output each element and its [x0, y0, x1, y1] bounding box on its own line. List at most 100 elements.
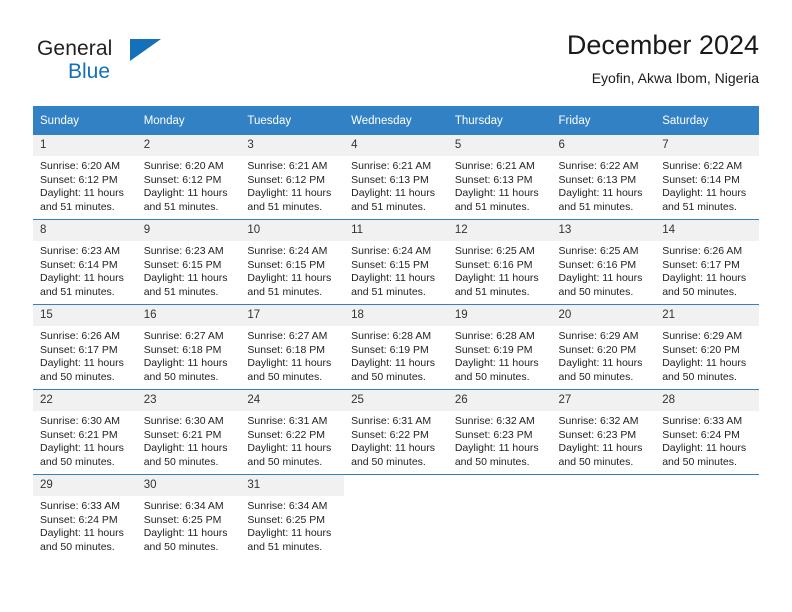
calendar-day-cell[interactable]: 3 Sunrise: 6:21 AM Sunset: 6:12 PM Daylight… [240, 135, 345, 220]
calendar-day-cell[interactable]: 21 Sunrise: 6:29 AM Sunset: 6:20 PM Dayligh… [655, 304, 759, 390]
calendar-week-row: 15 Sunrise: 6:26 AM Sunset: 6:17 PM Dayligh… [33, 304, 759, 390]
daylight-duration-line1: Daylight: 11 hours [351, 442, 435, 455]
calendar-day-cell[interactable]: 4 Sunrise: 6:21 AM Sunset: 6:13 PM Daylight… [344, 135, 448, 220]
calendar-day-cell[interactable]: 25 Sunrise: 6:31 AM Sunset: 6:22 PM Dayligh… [344, 389, 448, 475]
daylight-duration-line2: and 51 minutes. [351, 200, 426, 213]
calendar-day-cell-inner: 10 Sunrise: 6:24 AM Sunset: 6:15 PM Dayligh… [240, 220, 345, 304]
day-details: Sunrise: 6:24 AM Sunset: 6:15 PM Daylight:… [240, 241, 344, 299]
calendar-day-cell[interactable]: 23 Sunrise: 6:30 AM Sunset: 6:21 PM Dayligh… [136, 389, 241, 475]
sunset-time: Sunset: 6:18 PM [247, 343, 326, 356]
calendar-day-cell[interactable]: 14 Sunrise: 6:26 AM Sunset: 6:17 PM Dayligh… [655, 219, 759, 305]
calendar-day-cell-inner: 30 Sunrise: 6:34 AM Sunset: 6:25 PM Dayligh… [136, 475, 241, 559]
sunset-time: Sunset: 6:24 PM [662, 428, 740, 441]
daylight-duration-line1: Daylight: 11 hours [662, 442, 747, 455]
sunrise-time: Sunrise: 6:28 AM [351, 330, 432, 342]
calendar-day-cell[interactable]: 15 Sunrise: 6:26 AM Sunset: 6:17 PM Dayligh… [33, 304, 137, 390]
day-number: 12 [447, 220, 552, 241]
calendar-day-cell[interactable]: 13 Sunrise: 6:25 AM Sunset: 6:16 PM Dayligh… [551, 219, 656, 305]
weekday-header-sunday: Sunday [33, 106, 137, 135]
sunrise-time: Sunrise: 6:30 AM [40, 415, 120, 427]
day-details: Sunrise: 6:22 AM Sunset: 6:13 PM Daylight:… [552, 156, 656, 214]
calendar-day-cell[interactable]: 22 Sunrise: 6:30 AM Sunset: 6:21 PM Dayligh… [33, 389, 137, 475]
day-details: Sunrise: 6:32 AM Sunset: 6:23 PM Daylight:… [448, 411, 552, 469]
calendar-day-cell[interactable]: 7 Sunrise: 6:22 AM Sunset: 6:14 PM Daylight… [655, 135, 759, 220]
blue-triangle-flag-icon [130, 39, 161, 61]
calendar-day-cell[interactable]: 10 Sunrise: 6:24 AM Sunset: 6:15 PM Dayligh… [240, 219, 345, 305]
sunrise-time: Sunrise: 6:24 AM [247, 245, 328, 257]
calendar-day-cell-inner: 11 Sunrise: 6:24 AM Sunset: 6:15 PM Dayligh… [344, 220, 448, 304]
daylight-duration-line1: Daylight: 11 hours [454, 187, 539, 200]
daylight-duration-line2: and 51 minutes. [247, 540, 323, 553]
daylight-duration-line1: Daylight: 11 hours [143, 272, 228, 285]
sunrise-time: Sunrise: 6:24 AM [351, 245, 432, 257]
calendar-day-cell[interactable]: 31 Sunrise: 6:34 AM Sunset: 6:25 PM Dayligh… [240, 474, 345, 559]
daylight-duration-line1: Daylight: 11 hours [558, 272, 643, 285]
sunset-time: Sunset: 6:15 PM [143, 258, 222, 271]
daylight-duration-line2: and 51 minutes. [40, 285, 115, 298]
calendar-day-cell[interactable]: 12 Sunrise: 6:25 AM Sunset: 6:16 PM Dayligh… [447, 219, 552, 305]
calendar-day-cell-inner: 29 Sunrise: 6:33 AM Sunset: 6:24 PM Dayligh… [33, 475, 137, 559]
day-number: 3 [240, 135, 345, 156]
sunrise-time: Sunrise: 6:34 AM [143, 500, 224, 512]
calendar-day-cell[interactable]: 2 Sunrise: 6:20 AM Sunset: 6:12 PM Daylight… [136, 135, 241, 220]
day-details: Sunrise: 6:24 AM Sunset: 6:15 PM Daylight:… [344, 241, 448, 299]
calendar-day-cell[interactable]: 20 Sunrise: 6:29 AM Sunset: 6:20 PM Dayligh… [551, 304, 656, 390]
calendar-day-cell[interactable]: 28 Sunrise: 6:33 AM Sunset: 6:24 PM Dayligh… [655, 389, 759, 475]
calendar-day-cell[interactable]: 5 Sunrise: 6:21 AM Sunset: 6:13 PM Daylight… [447, 135, 552, 220]
calendar-day-cell-inner: 25 Sunrise: 6:31 AM Sunset: 6:22 PM Dayligh… [344, 390, 448, 474]
sunset-time: Sunset: 6:18 PM [143, 343, 222, 356]
daylight-duration-line2: and 50 minutes. [40, 455, 115, 468]
sunrise-sunset-calendar-table: Sunday Monday Tuesday Wednesday Thursday… [33, 106, 759, 559]
calendar-day-cell[interactable]: 17 Sunrise: 6:27 AM Sunset: 6:18 PM Dayligh… [240, 304, 345, 390]
calendar-day-cell[interactable]: 29 Sunrise: 6:33 AM Sunset: 6:24 PM Dayligh… [33, 474, 137, 559]
daylight-duration-line1: Daylight: 11 hours [662, 357, 747, 370]
weekday-header-tuesday: Tuesday [240, 106, 345, 135]
calendar-day-cell[interactable]: 11 Sunrise: 6:24 AM Sunset: 6:15 PM Dayligh… [344, 219, 448, 305]
calendar-day-cell[interactable]: 19 Sunrise: 6:28 AM Sunset: 6:19 PM Dayligh… [447, 304, 552, 390]
day-details: Sunrise: 6:23 AM Sunset: 6:14 PM Daylight:… [33, 241, 137, 299]
sunrise-time: Sunrise: 6:22 AM [558, 160, 639, 172]
calendar-page: General Blue December 2024 Eyofin, Akwa … [0, 0, 792, 612]
calendar-day-cell[interactable]: 26 Sunrise: 6:32 AM Sunset: 6:23 PM Dayligh… [447, 389, 552, 475]
calendar-day-cell[interactable]: 18 Sunrise: 6:28 AM Sunset: 6:19 PM Dayligh… [344, 304, 448, 390]
sunset-time: Sunset: 6:15 PM [247, 258, 326, 271]
calendar-day-cell[interactable]: 16 Sunrise: 6:27 AM Sunset: 6:18 PM Dayligh… [136, 304, 241, 390]
sunset-time: Sunset: 6:14 PM [40, 258, 118, 271]
day-number: 5 [447, 135, 552, 156]
sunset-time: Sunset: 6:22 PM [247, 428, 326, 441]
calendar-day-cell[interactable]: 30 Sunrise: 6:34 AM Sunset: 6:25 PM Dayligh… [136, 474, 241, 559]
calendar-day-cell[interactable]: 9 Sunrise: 6:23 AM Sunset: 6:15 PM Daylight… [136, 219, 241, 305]
daylight-duration-line2: and 50 minutes. [143, 540, 219, 553]
sunset-time: Sunset: 6:20 PM [662, 343, 740, 356]
calendar-day-cell-inner: 3 Sunrise: 6:21 AM Sunset: 6:12 PM Daylight… [240, 135, 345, 219]
daylight-duration-line2: and 51 minutes. [454, 200, 530, 213]
daylight-duration-line2: and 50 minutes. [662, 455, 737, 468]
page-title: December 2024 [566, 30, 759, 60]
general-blue-logo[interactable]: General Blue [33, 32, 233, 92]
sunset-time: Sunset: 6:20 PM [558, 343, 637, 356]
daylight-duration-line1: Daylight: 11 hours [40, 187, 124, 200]
calendar-day-cell[interactable]: 8 Sunrise: 6:23 AM Sunset: 6:14 PM Daylight… [33, 219, 137, 305]
calendar-day-cell[interactable]: 27 Sunrise: 6:32 AM Sunset: 6:23 PM Dayligh… [551, 389, 656, 475]
daylight-duration-line1: Daylight: 11 hours [351, 272, 435, 285]
calendar-day-cell[interactable]: 1 Sunrise: 6:20 AM Sunset: 6:12 PM Daylight… [33, 135, 137, 220]
calendar-day-cell[interactable]: 24 Sunrise: 6:31 AM Sunset: 6:22 PM Dayligh… [240, 389, 345, 475]
page-header: General Blue December 2024 Eyofin, Akwa … [33, 28, 759, 96]
daylight-duration-line1: Daylight: 11 hours [40, 272, 124, 285]
calendar-day-cell[interactable]: 6 Sunrise: 6:22 AM Sunset: 6:13 PM Daylight… [551, 135, 656, 220]
daylight-duration-line2: and 50 minutes. [247, 370, 323, 383]
day-details: Sunrise: 6:20 AM Sunset: 6:12 PM Daylight:… [137, 156, 241, 214]
day-number: 11 [344, 220, 448, 241]
daylight-duration-line1: Daylight: 11 hours [351, 357, 435, 370]
sunset-time: Sunset: 6:13 PM [558, 173, 637, 186]
day-details: Sunrise: 6:28 AM Sunset: 6:19 PM Daylight:… [448, 326, 552, 384]
daylight-duration-line2: and 51 minutes. [40, 200, 115, 213]
day-number: 29 [33, 475, 137, 496]
daylight-duration-line2: and 51 minutes. [143, 285, 219, 298]
day-details [655, 496, 759, 500]
sunset-time: Sunset: 6:16 PM [558, 258, 637, 271]
sunset-time: Sunset: 6:25 PM [143, 513, 222, 526]
sunset-time: Sunset: 6:15 PM [351, 258, 429, 271]
calendar-day-cell-empty [447, 474, 552, 559]
calendar-day-cell-inner [655, 475, 759, 559]
